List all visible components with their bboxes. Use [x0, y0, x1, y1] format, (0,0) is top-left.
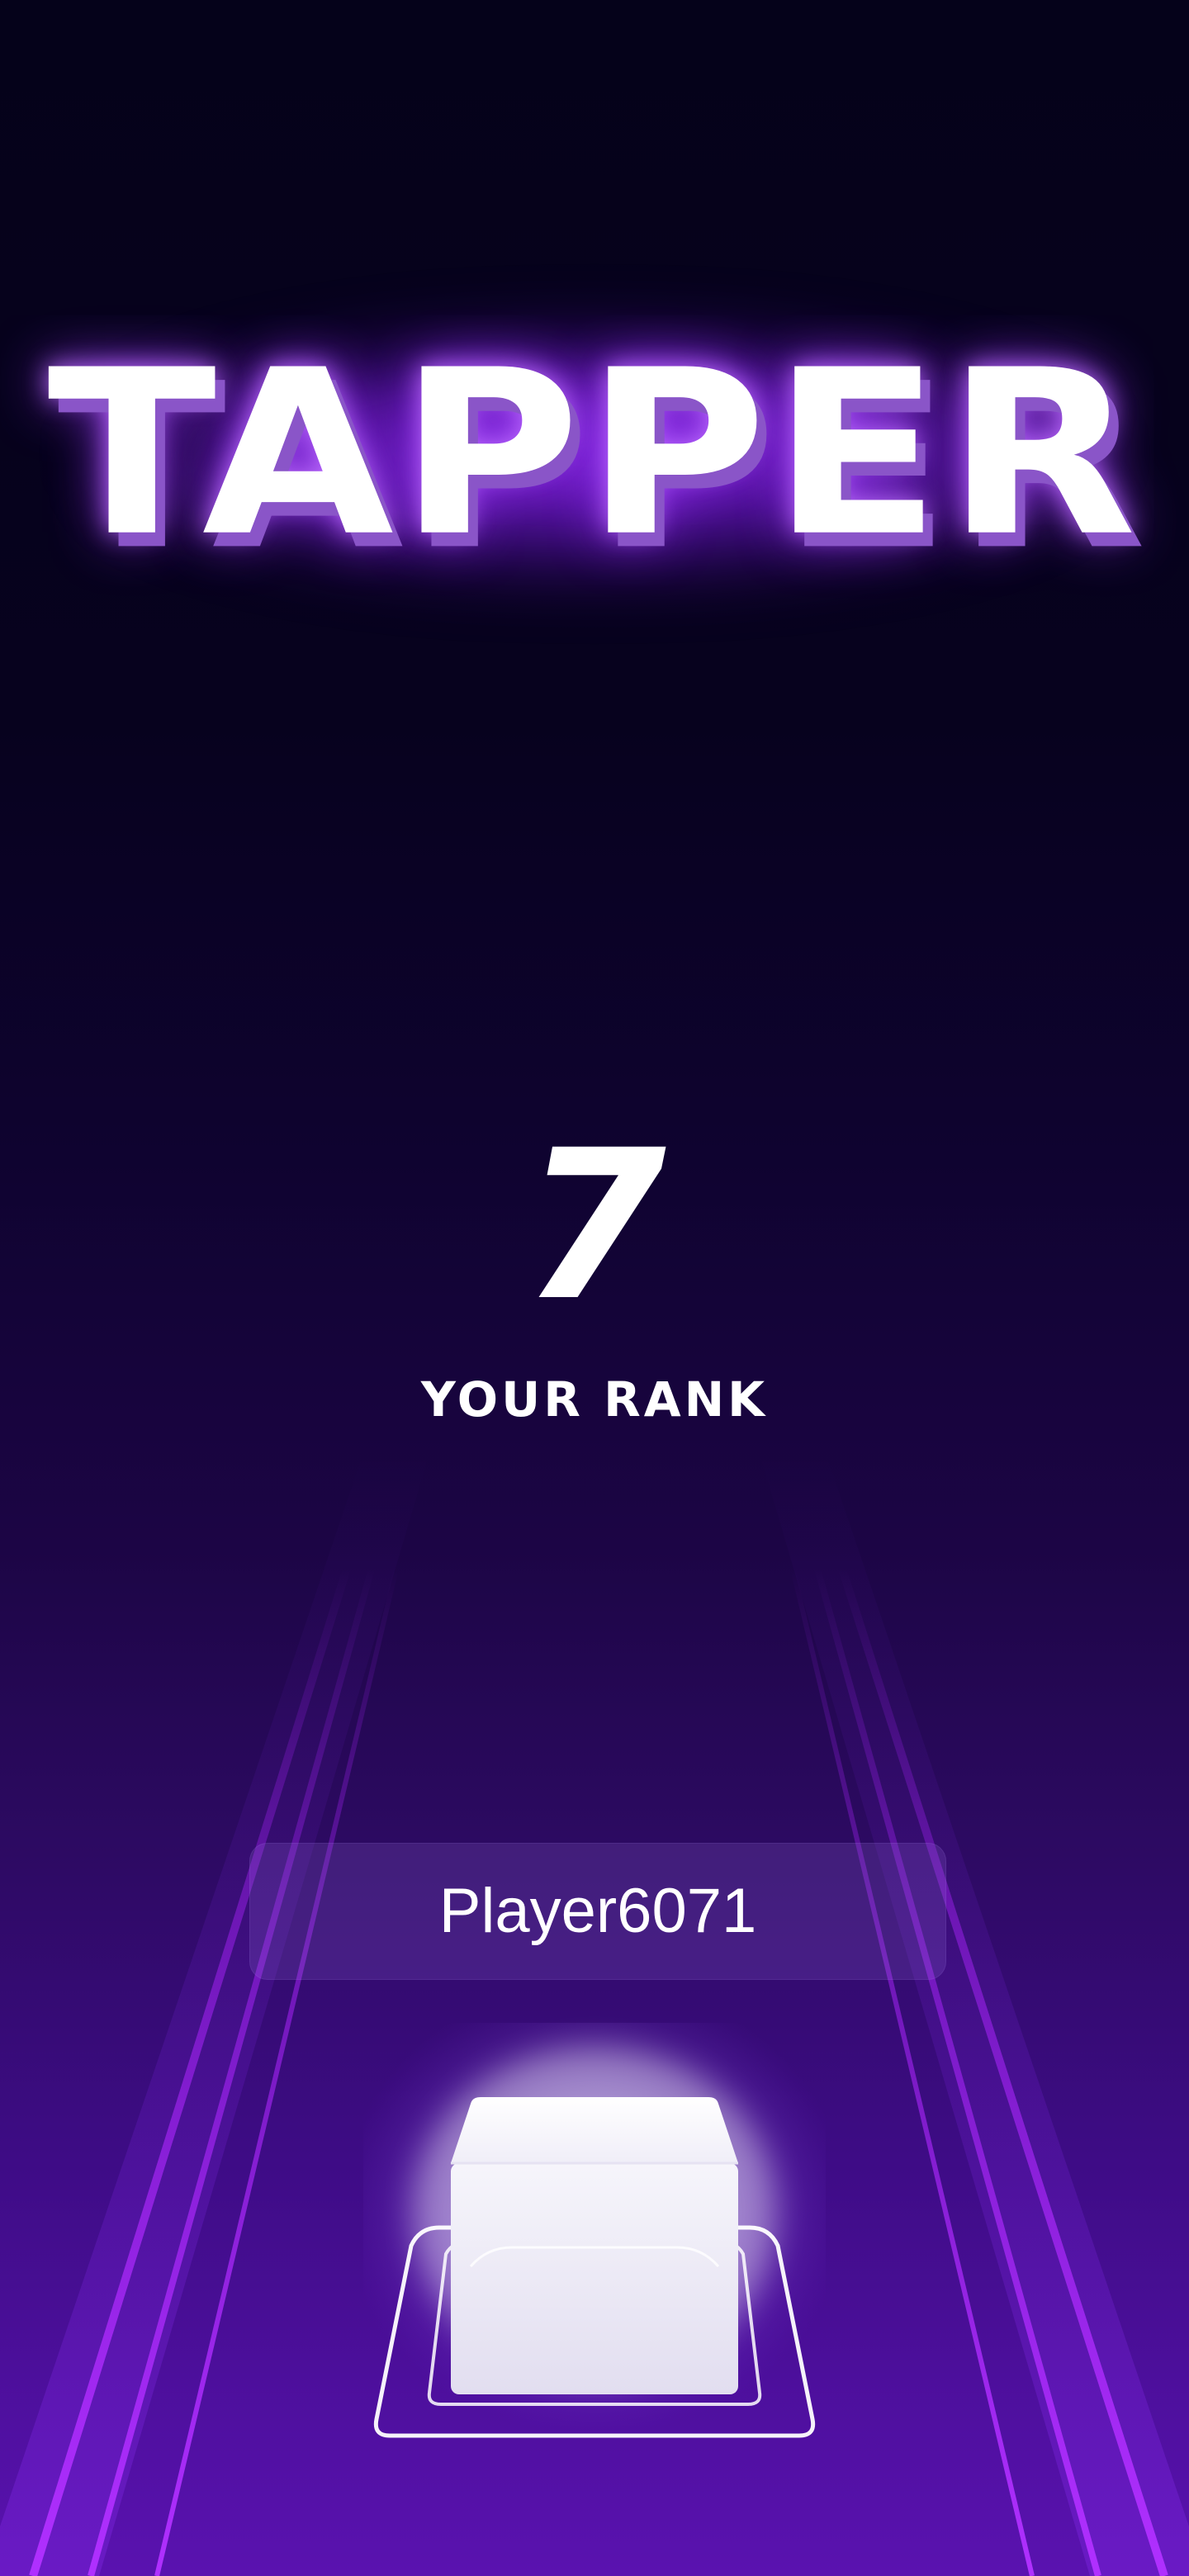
- track-line-right-3: [838, 1567, 1168, 2576]
- track-line-left-2: [88, 1567, 375, 2576]
- glowing-cube-pad-icon: [363, 2023, 826, 2438]
- player-name: Player6071: [438, 1876, 757, 1946]
- rank-label: YOUR RANK: [420, 1371, 769, 1428]
- game-title: TAPPER: [47, 321, 1142, 587]
- game-screen: TAPPER 7 YOUR RANK Player6071: [0, 0, 1189, 2576]
- tap-button[interactable]: [347, 2006, 842, 2460]
- track-line-right-2: [814, 1567, 1101, 2576]
- track-line-left-1: [29, 1567, 351, 2576]
- rank-value: 7: [523, 1106, 666, 1346]
- player-name-field[interactable]: Player6071: [249, 1843, 946, 1980]
- title-logo: TAPPER: [0, 297, 1189, 611]
